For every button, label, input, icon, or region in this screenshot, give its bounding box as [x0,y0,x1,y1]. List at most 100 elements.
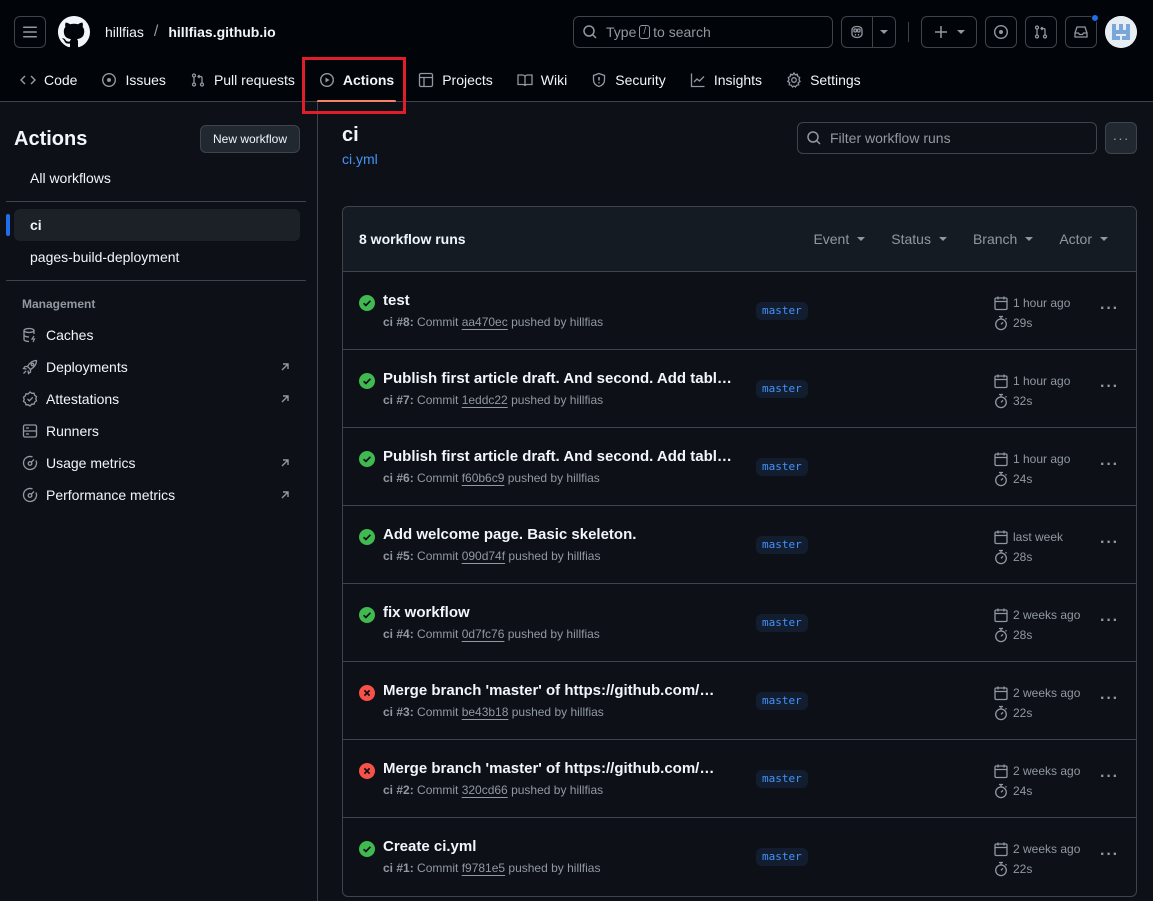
branch-tag[interactable]: master [756,302,808,320]
branch-tag[interactable]: master [756,692,808,710]
sidebar-item-runners[interactable]: Runners [6,415,309,447]
inbox-button[interactable] [1065,14,1099,48]
branch-tag[interactable]: master [756,458,808,476]
run-meta: ci #1: Commit f9781e5 pushed by hillfias [383,861,743,875]
repo-name-link[interactable]: hillfias.github.io [168,24,275,40]
commit-sha-link[interactable]: 090d74f [462,549,505,563]
commit-label: Commit [413,705,462,719]
create-new-button[interactable] [921,16,977,48]
sidebar-item-deployments[interactable]: Deployments [6,351,309,383]
repo-owner-link[interactable]: hillfias [105,24,144,40]
user-avatar[interactable] [1105,16,1137,48]
event-filter[interactable]: Event [813,231,866,247]
commit-sha-link[interactable]: f9781e5 [462,861,505,875]
tab-settings[interactable]: Settings [778,64,869,96]
workflow-run-row[interactable]: Merge branch 'master' of https://github.… [343,740,1136,818]
workflow-run-row[interactable]: Create ci.yml ci #1: Commit f9781e5 push… [343,818,1136,896]
github-logo-icon[interactable] [58,16,90,48]
run-menu-button[interactable]: ··· [1100,300,1119,318]
run-info: test ci #8: Commit aa470ec pushed by hil… [383,272,743,329]
identicon-icon [1105,16,1137,48]
menu-button[interactable] [14,16,46,48]
pull-requests-button[interactable] [1025,16,1057,48]
tab-wiki[interactable]: Wiki [509,64,575,96]
run-title[interactable]: Publish first article draft. And second.… [383,370,743,387]
run-menu-button[interactable]: ··· [1100,612,1119,630]
workflow-run-row[interactable]: Merge branch 'master' of https://github.… [343,662,1136,740]
run-title[interactable]: fix workflow [383,604,743,621]
shield-icon [593,72,606,88]
sidebar-item-performance-metrics[interactable]: Performance metrics [6,479,309,511]
tab-issues[interactable]: Issues [93,64,173,96]
sidebar-item-attestations[interactable]: Attestations [6,383,309,415]
tab-pull-requests[interactable]: Pull requests [182,64,303,96]
commit-sha-link[interactable]: 0d7fc76 [462,627,505,641]
commit-sha-link[interactable]: 320cd66 [462,783,508,797]
run-menu-button[interactable]: ··· [1100,534,1119,552]
workflow-run-row[interactable]: Publish first article draft. And second.… [343,350,1136,428]
copilot-button[interactable] [842,17,872,47]
issues-button[interactable] [985,16,1017,48]
tab-insights[interactable]: Insights [682,64,770,96]
workflow-run-row[interactable]: test ci #8: Commit aa470ec pushed by hil… [343,272,1136,350]
run-timing: last week 28s [993,527,1063,567]
sidebar-item-usage-metrics[interactable]: Usage metrics [6,447,309,479]
play-icon [319,72,334,88]
branch-filter[interactable]: Branch [972,231,1034,247]
caret-down-icon [957,30,965,34]
run-menu-button[interactable]: ··· [1100,846,1119,864]
workflow-header: ci ci.yml Filter workflow runs ··· [342,122,1137,206]
branch-tag[interactable]: master [756,770,808,788]
tab-code[interactable]: Code [12,64,85,96]
run-workflow-number: ci #4: [383,627,414,641]
status-filter[interactable]: Status [891,231,947,247]
tab-security[interactable]: Security [583,64,674,96]
workflow-runs-list: 8 workflow runs Event Status Branch Acto… [342,206,1137,897]
run-menu-button[interactable]: ··· [1100,456,1119,474]
tab-actions[interactable]: Actions [311,64,402,102]
run-menu-button[interactable]: ··· [1100,378,1119,396]
tab-label: Wiki [540,72,568,88]
run-menu-button[interactable]: ··· [1100,690,1119,708]
workflow-run-row[interactable]: Add welcome page. Basic skeleton. ci #5:… [343,506,1136,584]
sidebar-item-all-workflows[interactable]: All workflows [14,162,300,194]
filter-label: Branch [972,231,1018,247]
stopwatch-icon [995,705,1007,721]
sidebar-item-ci[interactable]: ci [6,209,300,241]
commit-sha-link[interactable]: be43b18 [462,705,509,719]
new-workflow-button[interactable]: New workflow [199,125,300,153]
commit-sha-link[interactable]: f60b6c9 [462,471,505,485]
filter-workflow-runs-input[interactable]: Filter workflow runs [797,122,1097,154]
workflow-run-row[interactable]: fix workflow ci #4: Commit 0d7fc76 pushe… [343,584,1136,662]
run-title[interactable]: Create ci.yml [383,838,743,855]
run-title[interactable]: Add welcome page. Basic skeleton. [383,526,743,543]
tab-projects[interactable]: Projects [410,64,501,96]
commit-label: Commit [413,549,462,563]
actor-filter[interactable]: Actor [1059,231,1108,247]
run-workflow-number: ci #8: [383,315,414,329]
branch-tag[interactable]: master [756,536,808,554]
copilot-dropdown[interactable] [873,17,895,47]
run-menu-button[interactable]: ··· [1100,768,1119,786]
run-duration: 29s [1013,316,1033,330]
global-search-input[interactable]: Type / to search [573,16,833,48]
commit-sha-link[interactable]: aa470ec [462,315,508,329]
link-external-icon [281,459,289,467]
run-duration: 28s [1013,550,1033,564]
more-options-button[interactable]: ··· [1105,122,1137,154]
run-date: 2 weeks ago [1013,608,1081,622]
check-circle-fill-icon [359,607,375,623]
workflow-run-row[interactable]: Publish first article draft. And second.… [343,428,1136,506]
run-title[interactable]: test [383,292,743,309]
commit-sha-link[interactable]: 1eddc22 [462,393,508,407]
branch-tag[interactable]: master [756,848,808,866]
sidebar-item-pages-build-deployment[interactable]: pages-build-deployment [14,241,300,273]
branch-tag[interactable]: master [756,614,808,632]
run-workflow-number: ci #1: [383,861,414,875]
run-title[interactable]: Publish first article draft. And second.… [383,448,743,465]
branch-tag[interactable]: master [756,380,808,398]
run-title[interactable]: Merge branch 'master' of https://github.… [383,682,743,699]
run-title[interactable]: Merge branch 'master' of https://github.… [383,760,743,777]
sidebar-item-caches[interactable]: Caches [6,319,309,351]
workflow-file-link[interactable]: ci.yml [342,151,378,167]
